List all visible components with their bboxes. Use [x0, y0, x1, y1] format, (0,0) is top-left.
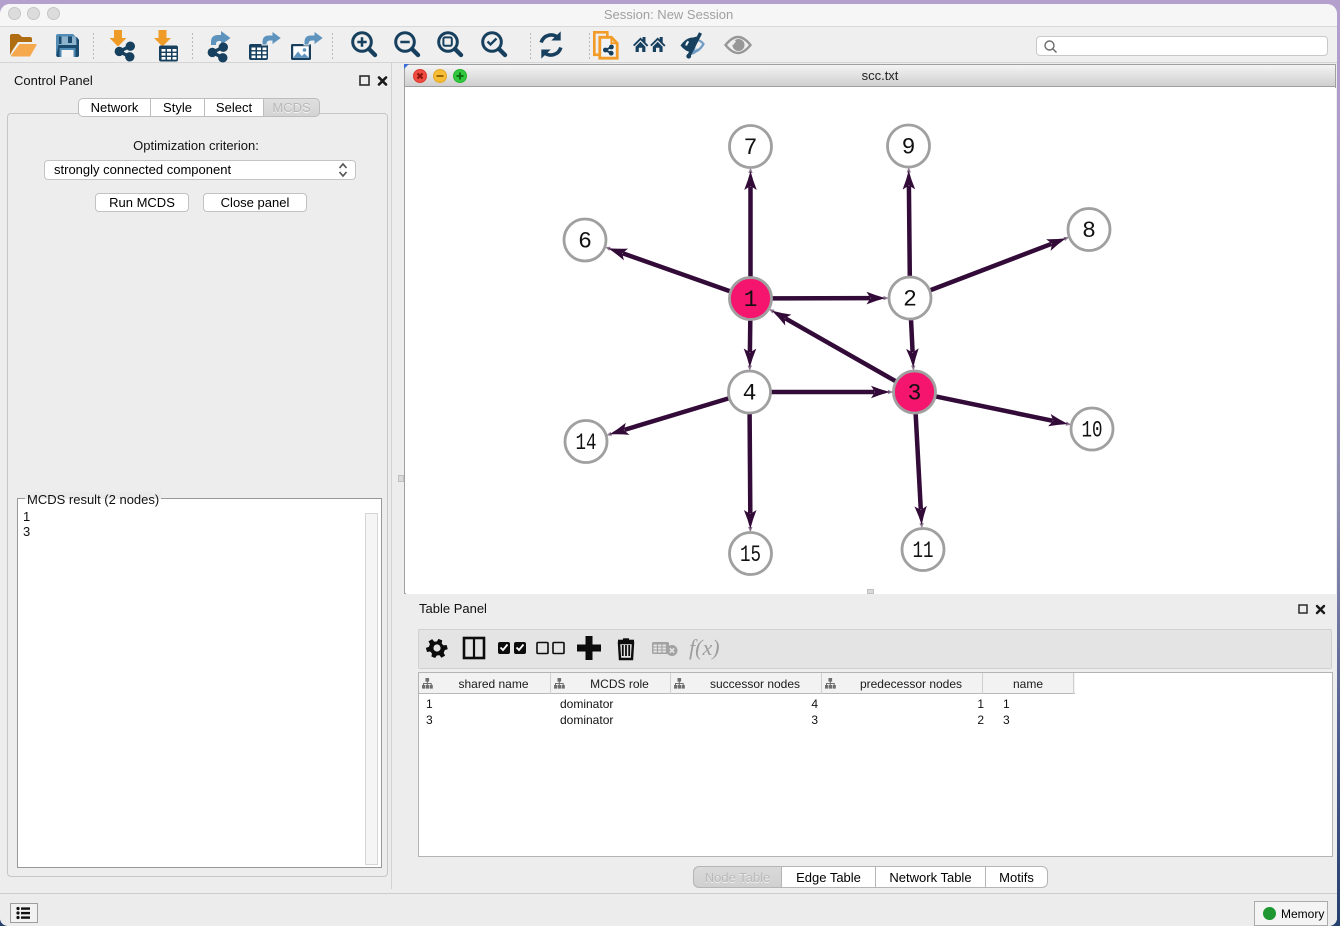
svg-text:15: 15	[740, 542, 761, 568]
svg-text:1: 1	[744, 287, 758, 313]
svg-text:10: 10	[1082, 417, 1103, 443]
svg-text:14: 14	[576, 430, 597, 456]
svg-text:2: 2	[903, 286, 917, 312]
svg-text:3: 3	[908, 380, 922, 406]
svg-text:4: 4	[743, 380, 757, 406]
svg-text:6: 6	[578, 228, 592, 254]
svg-text:8: 8	[1082, 218, 1096, 244]
svg-text:f(x): f(x)	[689, 635, 720, 660]
svg-text:11: 11	[913, 538, 934, 564]
svg-text:7: 7	[744, 135, 758, 161]
svg-text:9: 9	[902, 134, 916, 160]
